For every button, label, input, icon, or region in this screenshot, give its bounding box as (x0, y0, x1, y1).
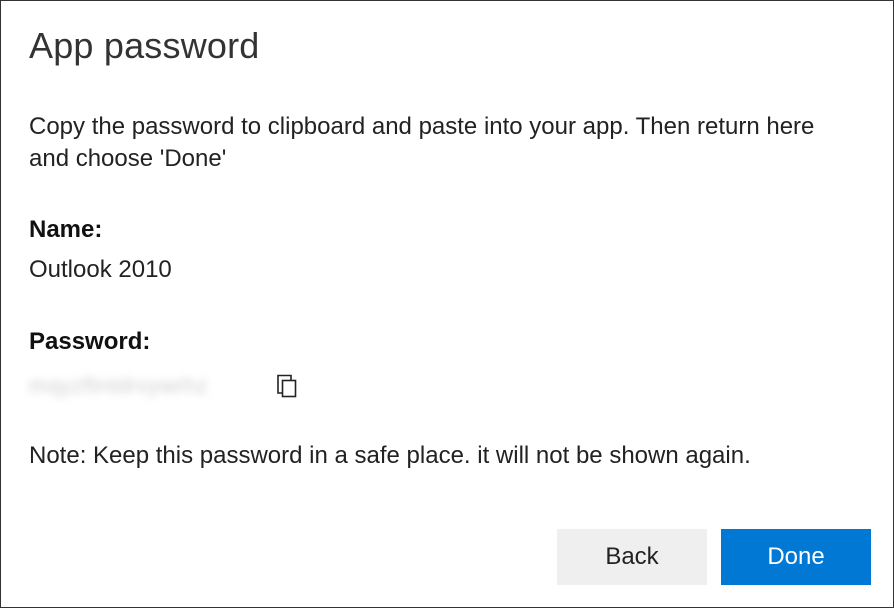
dialog-instruction: Copy the password to clipboard and paste… (29, 111, 849, 176)
dialog-note: Note: Keep this password in a safe place… (29, 442, 865, 470)
back-button[interactable]: Back (557, 529, 707, 585)
dialog-title: App password (29, 25, 865, 67)
dialog-footer: Back Done (557, 529, 871, 585)
password-label: Password: (29, 328, 865, 356)
name-label: Name: (29, 216, 865, 244)
done-button[interactable]: Done (721, 529, 871, 585)
password-row: mqyzftntdrvywrhz (29, 368, 865, 404)
app-password-dialog: App password Copy the password to clipbo… (0, 0, 894, 608)
name-value: Outlook 2010 (29, 256, 865, 284)
password-value: mqyzftntdrvywrhz (29, 373, 259, 399)
copy-icon[interactable] (273, 372, 301, 400)
